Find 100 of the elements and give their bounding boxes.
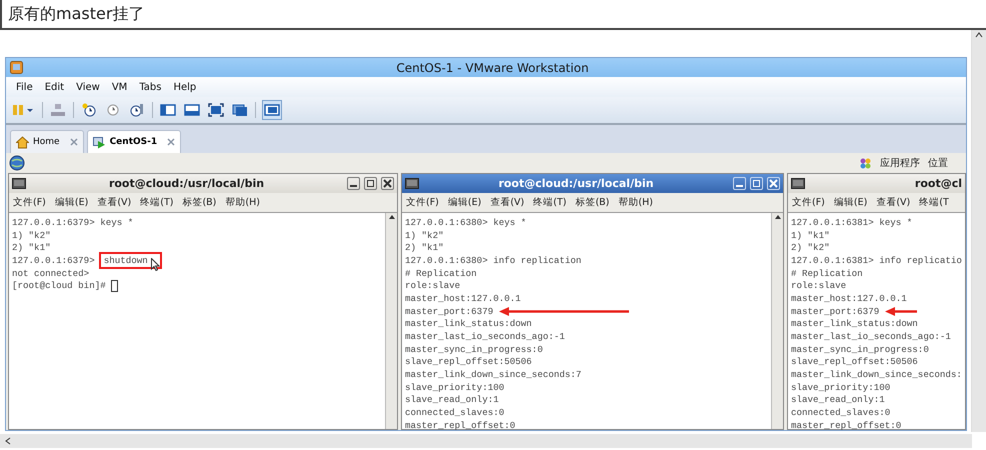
terminal-line: master_sync_in_progress:0	[405, 344, 543, 355]
window-icon	[184, 102, 200, 118]
menu-item[interactable]: 编辑(E)	[54, 196, 88, 209]
close-icon	[70, 138, 78, 146]
terminal-line: master_host:127.0.0.1	[791, 292, 907, 304]
terminal-line: master_last_io_seconds_ago:-1	[405, 331, 565, 342]
menu-item[interactable]: 终端(T)	[533, 196, 566, 209]
terminal-line: master_link_down_since_seconds:7	[405, 369, 582, 380]
menu-item[interactable]: 标签(B)	[575, 196, 610, 209]
vm-tab[interactable]: Home	[10, 130, 84, 153]
horizontal-scrollbar[interactable]	[0, 434, 972, 448]
menu-item[interactable]: 终端(T)	[140, 196, 174, 209]
arrow-up-icon	[774, 213, 782, 221]
terminal-title: root@cloud:/usr/local/bin	[497, 177, 655, 190]
home-icon	[16, 136, 29, 148]
terminal-line: [root@cloud bin]#	[12, 280, 106, 292]
menu-item[interactable]: File	[16, 82, 33, 92]
maximize-button[interactable]	[364, 177, 377, 190]
terminal-line: role:slave	[405, 280, 460, 292]
terminal-line: not connected>	[12, 268, 90, 279]
close-icon	[383, 179, 392, 188]
terminal-line: master_repl_offset:0	[405, 420, 516, 430]
terminal-line: 2) "k2"	[791, 242, 830, 254]
window-icon	[160, 102, 176, 118]
terminal-line: master_link_status:down	[405, 318, 532, 330]
thumbnail-view-button[interactable]	[262, 100, 282, 120]
mouse-pointer-icon	[150, 258, 160, 271]
terminal-line: master_link_down_since_seconds:	[791, 369, 962, 380]
terminal-line: master_repl_offset:0	[791, 420, 902, 430]
terminal-line: master_port:6379	[791, 306, 880, 317]
terminal-line: master_port:6379	[405, 306, 494, 317]
menu-item[interactable]: View	[76, 82, 100, 92]
terminal-line: connected_slaves:0	[791, 407, 890, 418]
terminal-line: connected_slaves:0	[405, 407, 504, 418]
terminal-title: root@cloud:/usr/local/bin	[108, 177, 266, 190]
terminal-line: master_sync_in_progress:0	[791, 344, 929, 355]
close-icon	[167, 138, 176, 146]
menu-item[interactable]: 查看(V)	[97, 196, 132, 209]
menu-item[interactable]: Help	[173, 82, 196, 92]
menu-item[interactable]: 查看(V)	[490, 196, 524, 209]
terminal-line: # Replication	[791, 268, 863, 279]
vm-tab[interactable]: CentOS-1	[86, 130, 182, 153]
menu-item[interactable]: VM	[112, 82, 128, 92]
highlighted-command: shutdown	[98, 252, 162, 269]
minimize-button[interactable]	[347, 177, 360, 190]
terminal-line: slave_repl_offset:50506	[405, 356, 532, 368]
terminal-icon	[12, 178, 26, 189]
panel-menu-item[interactable]: 位置	[928, 156, 948, 170]
menu-item[interactable]: 文件(F)	[13, 196, 46, 209]
terminal-icon	[405, 178, 419, 189]
menu-item[interactable]: 文件(F)	[406, 196, 439, 209]
menu-item[interactable]: 标签(B)	[182, 196, 216, 209]
close-button[interactable]	[381, 177, 394, 190]
network-icon	[50, 102, 66, 118]
terminal-line: master_host:127.0.0.1	[405, 292, 521, 304]
terminal-line: 1) "k1"	[791, 230, 830, 241]
close-icon	[769, 179, 778, 188]
menu-item[interactable]: Tabs	[139, 82, 162, 92]
terminal-line: master_link_status:down	[791, 318, 918, 330]
menu-item[interactable]: 文件(F)	[792, 196, 825, 209]
terminal-line: slave_read_only:1	[791, 394, 885, 406]
vertical-scrollbar[interactable]	[971, 30, 986, 432]
menu-item[interactable]: 帮助(H)	[618, 196, 653, 209]
terminal-line: master_last_io_seconds_ago:-1	[791, 331, 951, 342]
terminal-line: slave_priority:100	[791, 382, 890, 393]
menu-item[interactable]: 编辑(E)	[834, 196, 868, 209]
maximize-icon	[366, 179, 375, 188]
arrow-up-icon	[388, 213, 396, 221]
terminal-line: 2) "k1"	[405, 242, 444, 254]
terminal-line: 127.0.0.1:6380> info replication	[405, 254, 582, 266]
menu-item[interactable]: 终端(T	[919, 196, 949, 209]
globe-icon	[9, 155, 25, 171]
maximize-icon	[752, 179, 761, 188]
window-icon	[232, 102, 248, 118]
app-icon	[10, 61, 23, 74]
arrow-up-icon	[975, 30, 983, 40]
terminal-line: role:slave	[791, 280, 846, 292]
menu-item[interactable]: 查看(V)	[876, 196, 910, 209]
window-icon	[264, 102, 280, 118]
terminal-line: 127.0.0.1:6380> keys *	[405, 216, 526, 228]
terminal-line: slave_priority:100	[405, 382, 504, 393]
menu-item[interactable]: Edit	[44, 82, 64, 92]
terminal-line: slave_repl_offset:50506	[791, 356, 918, 368]
terminal-line: 1) "k2"	[12, 230, 51, 241]
flower-icon	[859, 156, 872, 170]
scrollbar[interactable]	[771, 213, 783, 429]
arrow-left-icon	[3, 437, 13, 445]
panel-menu-item[interactable]: 应用程序	[880, 156, 920, 170]
terminal-icon	[791, 178, 805, 189]
clock-icon	[129, 102, 145, 118]
terminal-line: 127.0.0.1:6381> info replicatio	[791, 254, 962, 266]
terminal-line: 2) "k1"	[12, 242, 51, 254]
scrollbar[interactable]	[385, 213, 397, 429]
terminal-title: root@cl	[914, 177, 962, 190]
menu-item[interactable]: 编辑(E)	[448, 196, 482, 209]
menu-item[interactable]: 帮助(H)	[225, 196, 260, 209]
page-heading: 原有的master挂了	[0, 0, 986, 30]
terminal-line: 127.0.0.1:6379>	[12, 254, 95, 266]
full-screen-icon	[208, 102, 224, 118]
clock-icon	[105, 102, 121, 118]
